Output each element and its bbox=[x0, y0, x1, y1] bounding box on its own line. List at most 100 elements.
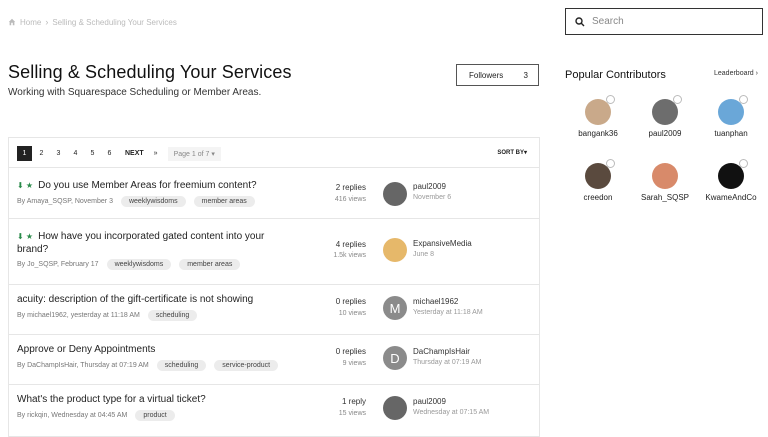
last-post-date: Yesterday at 11:18 AM bbox=[413, 309, 483, 316]
followers-button[interactable]: Followers 3 bbox=[456, 64, 539, 86]
popular-contributors-title: Popular Contributors bbox=[565, 69, 666, 81]
contributor[interactable]: tuanphan bbox=[696, 95, 766, 138]
contributor[interactable]: KwameAndCo bbox=[696, 159, 766, 202]
table-row[interactable]: Approve or Deny Appointments By DaChampI… bbox=[9, 334, 539, 385]
thread-title[interactable]: ⬇ ★ Do you use Member Areas for freemium … bbox=[17, 180, 257, 191]
thread-list: 1 2 3 4 5 6 NEXT » Page 1 of 7 ▾ SORT BY… bbox=[8, 137, 540, 437]
reply-count: 1 reply bbox=[341, 397, 366, 406]
page-button[interactable]: 4 bbox=[68, 146, 83, 161]
leaderboard-link[interactable]: Leaderboard › bbox=[714, 70, 758, 77]
tag[interactable]: service-product bbox=[214, 360, 279, 371]
page-button[interactable]: 1 bbox=[17, 146, 32, 161]
tag[interactable]: member areas bbox=[193, 196, 255, 207]
tag[interactable]: scheduling bbox=[156, 360, 207, 371]
avatar bbox=[652, 163, 678, 189]
page-button[interactable]: 5 bbox=[85, 146, 100, 161]
search-box[interactable]: Search bbox=[565, 8, 763, 35]
breadcrumb-home[interactable]: Home bbox=[20, 18, 41, 27]
last-post-date: Wednesday at 07:15 AM bbox=[413, 409, 490, 416]
contributor-name: bangank36 bbox=[578, 129, 618, 138]
reply-count: 0 replies bbox=[335, 297, 366, 306]
thread-title-text: brand? bbox=[17, 244, 49, 255]
last-poster[interactable]: ExpansiveMedia bbox=[413, 239, 472, 248]
last-poster[interactable]: paul2009 bbox=[413, 182, 446, 191]
view-count: 10 views bbox=[338, 310, 366, 317]
table-row[interactable]: What's the product type for a virtual ti… bbox=[9, 384, 539, 437]
thread-author: By rickqin, Wednesday at 04:45 AM bbox=[17, 412, 128, 419]
avatar[interactable] bbox=[383, 396, 407, 420]
thread-title-text: Do you use Member Areas for freemium con… bbox=[38, 180, 257, 191]
chevron-right-icon: › bbox=[45, 17, 49, 27]
contributor-name: Sarah_SQSP bbox=[640, 193, 690, 202]
tag[interactable]: weeklywisdoms bbox=[106, 259, 172, 270]
breadcrumb-current[interactable]: Selling & Scheduling Your Services bbox=[52, 18, 177, 27]
table-row[interactable]: ⬇ ★ How have you incorporated gated conte… bbox=[9, 218, 539, 285]
breadcrumb: Home › Selling & Scheduling Your Service… bbox=[8, 17, 177, 27]
home-icon bbox=[8, 18, 16, 26]
last-post-date: Thursday at 07:19 AM bbox=[413, 359, 482, 366]
tag[interactable]: product bbox=[135, 410, 175, 421]
avatar[interactable]: M bbox=[383, 296, 407, 320]
avatar bbox=[585, 159, 615, 189]
thread-title[interactable]: acuity: description of the gift-certific… bbox=[17, 294, 253, 305]
tag[interactable]: scheduling bbox=[147, 310, 198, 321]
last-poster[interactable]: DaChampIsHair bbox=[413, 347, 470, 356]
contributor-name: creedon bbox=[583, 193, 613, 202]
thread-meta: By rickqin, Wednesday at 04:45 AM produc… bbox=[17, 410, 175, 421]
thread-author: By michael1962, yesterday at 11:18 AM bbox=[17, 312, 140, 319]
badge-icon bbox=[606, 95, 615, 104]
avatar[interactable] bbox=[383, 182, 407, 206]
last-poster[interactable]: michael1962 bbox=[413, 297, 458, 306]
page-button[interactable]: 2 bbox=[34, 146, 49, 161]
contributor-name: paul2009 bbox=[648, 129, 682, 138]
thread-meta: By Amaya_SQSP, November 3 weeklywisdoms … bbox=[17, 196, 255, 207]
reply-count: 2 replies bbox=[335, 183, 366, 192]
thread-meta: By DaChampIsHair, Thursday at 07:19 AM s… bbox=[17, 360, 279, 371]
badge-icon bbox=[606, 159, 615, 168]
last-post-date: November 6 bbox=[413, 194, 452, 201]
avatar[interactable] bbox=[383, 238, 407, 262]
avatar bbox=[718, 159, 748, 189]
thread-author: By DaChampIsHair, Thursday at 07:19 AM bbox=[17, 362, 149, 369]
table-row[interactable]: ⬇ ★ Do you use Member Areas for freemium … bbox=[9, 167, 539, 219]
avatar[interactable]: D bbox=[383, 346, 407, 370]
contributor-name: KwameAndCo bbox=[705, 193, 757, 202]
contributor-name: tuanphan bbox=[714, 129, 748, 138]
contributor[interactable]: bangank36 bbox=[563, 95, 633, 138]
thread-meta: By Jo_SQSP, February 17 weeklywisdoms me… bbox=[17, 259, 241, 270]
reply-count: 0 replies bbox=[335, 347, 366, 356]
avatar bbox=[718, 95, 748, 125]
contributor[interactable]: paul2009 bbox=[630, 95, 700, 138]
contributor[interactable]: Sarah_SQSP bbox=[630, 163, 700, 202]
thread-title[interactable]: ⬇ ★ How have you incorporated gated conte… bbox=[17, 230, 264, 256]
search-input[interactable]: Search bbox=[592, 16, 624, 27]
next-page-button[interactable]: NEXT bbox=[125, 150, 144, 157]
contributor[interactable]: creedon bbox=[563, 159, 633, 202]
sort-by-label: SORT BY bbox=[497, 150, 524, 156]
page-jump-dropdown[interactable]: Page 1 of 7 ▾ bbox=[167, 146, 221, 161]
tag[interactable]: weeklywisdoms bbox=[120, 196, 186, 207]
avatar bbox=[585, 95, 615, 125]
page-title: Selling & Scheduling Your Services bbox=[8, 62, 292, 82]
leaderboard-label: Leaderboard bbox=[714, 70, 754, 77]
page-button[interactable]: 6 bbox=[102, 146, 117, 161]
page-button[interactable]: 3 bbox=[51, 146, 66, 161]
table-row[interactable]: acuity: description of the gift-certific… bbox=[9, 284, 539, 335]
followers-count: 3 bbox=[523, 70, 528, 80]
sort-by-dropdown[interactable]: SORT BY▾ bbox=[497, 149, 527, 156]
pin-icon: ⬇ ★ bbox=[17, 232, 34, 241]
last-page-icon[interactable]: » bbox=[154, 150, 158, 157]
thread-author: By Jo_SQSP, February 17 bbox=[17, 261, 99, 268]
badge-icon bbox=[739, 95, 748, 104]
thread-author: By Amaya_SQSP, November 3 bbox=[17, 198, 113, 205]
thread-title[interactable]: Approve or Deny Appointments bbox=[17, 344, 155, 355]
page-of-label: Page 1 of 7 bbox=[173, 150, 210, 158]
last-poster[interactable]: paul2009 bbox=[413, 397, 446, 406]
page-subtitle: Working with Squarespace Scheduling or M… bbox=[8, 87, 262, 98]
search-icon bbox=[575, 16, 585, 26]
thread-title[interactable]: What's the product type for a virtual ti… bbox=[17, 394, 206, 405]
view-count: 15 views bbox=[338, 410, 366, 417]
tag[interactable]: member areas bbox=[179, 259, 241, 270]
badge-icon bbox=[739, 159, 748, 168]
followers-label: Followers bbox=[469, 70, 504, 80]
